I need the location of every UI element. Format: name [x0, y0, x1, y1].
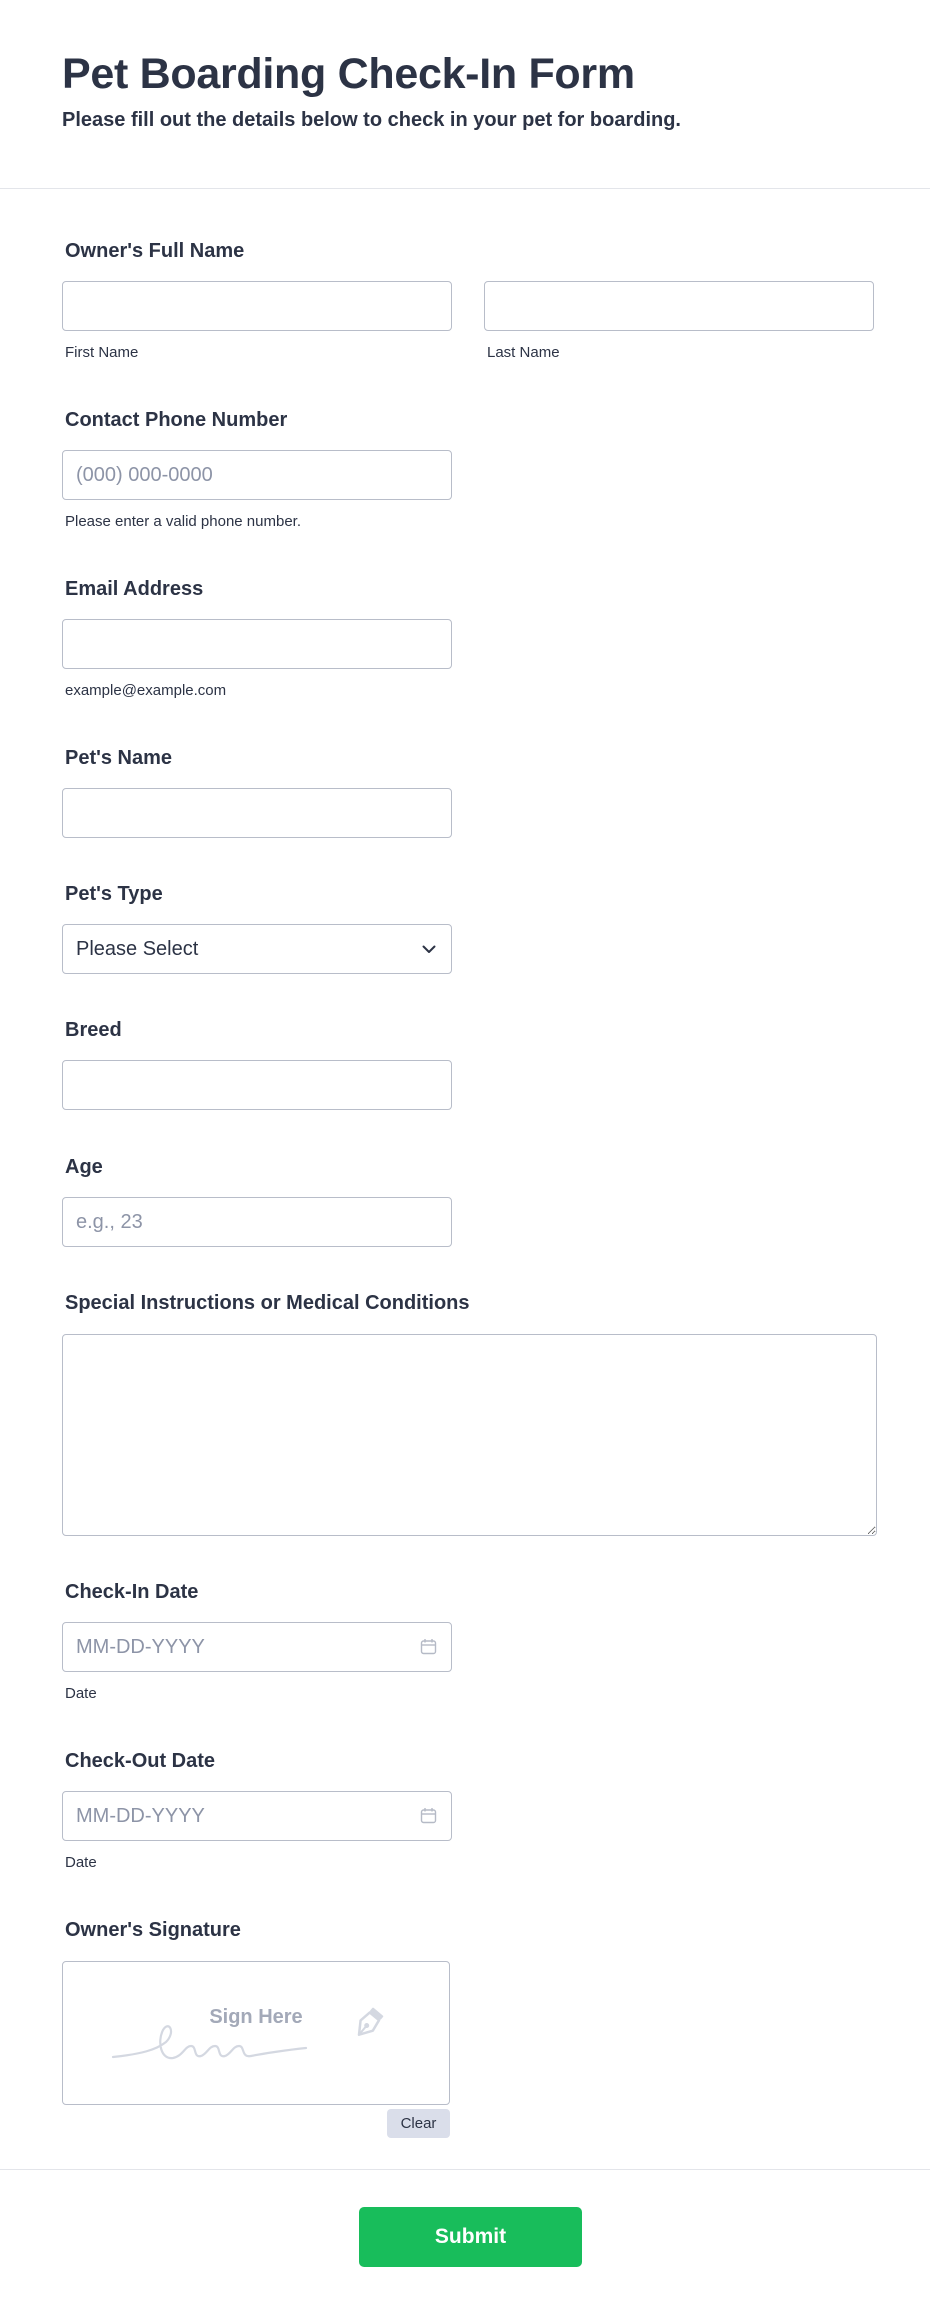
breed-label: Breed [65, 1019, 122, 1041]
email-label: Email Address [65, 578, 204, 600]
email-input[interactable] [62, 619, 452, 669]
pet-name-label: Pet's Name [65, 747, 173, 769]
form-header: Pet Boarding Check-In Form Please fill o… [0, 0, 930, 189]
submit-button[interactable]: Submit [359, 2207, 582, 2267]
age-label: Age [65, 1156, 103, 1178]
check-out-sublabel: Date [65, 1854, 97, 1871]
signature-pad[interactable]: Sign Here [62, 1961, 450, 2105]
form-subtitle: Please fill out the details below to che… [62, 109, 681, 131]
pet-type-selected: Please Select [76, 937, 199, 960]
form-title: Pet Boarding Check-In Form [62, 50, 635, 98]
pen-nib-icon [357, 2007, 384, 2036]
pet-name-input[interactable] [62, 788, 452, 838]
first-name-sublabel: First Name [65, 344, 139, 361]
check-in-sublabel: Date [65, 1685, 97, 1702]
owner-name-label: Owner's Full Name [65, 240, 245, 262]
phone-sublabel: Please enter a valid phone number. [65, 513, 301, 530]
breed-input[interactable] [62, 1060, 452, 1110]
chevron-down-icon [420, 940, 438, 958]
signature-label: Owner's Signature [65, 1919, 241, 1941]
first-name-input[interactable] [62, 281, 452, 331]
check-out-input[interactable] [76, 1804, 420, 1828]
check-in-input[interactable] [76, 1635, 420, 1659]
pet-type-label: Pet's Type [65, 883, 163, 905]
check-out-label: Check-Out Date [65, 1750, 216, 1772]
clear-signature-button[interactable]: Clear [387, 2109, 450, 2138]
check-in-field[interactable] [62, 1622, 452, 1672]
instructions-textarea[interactable] [62, 1334, 877, 1536]
instructions-label: Special Instructions or Medical Conditio… [65, 1292, 470, 1314]
last-name-sublabel: Last Name [487, 344, 560, 361]
pet-type-select[interactable]: Please Select [62, 924, 452, 974]
calendar-icon[interactable] [420, 1638, 438, 1656]
calendar-icon[interactable] [420, 1807, 438, 1825]
phone-label: Contact Phone Number [65, 409, 288, 431]
footer-divider [0, 2169, 930, 2170]
check-in-label: Check-In Date [65, 1581, 199, 1603]
age-input[interactable] [62, 1197, 452, 1247]
check-out-field[interactable] [62, 1791, 452, 1841]
last-name-input[interactable] [484, 281, 874, 331]
email-sublabel: example@example.com [65, 682, 227, 699]
phone-input[interactable] [62, 450, 452, 500]
